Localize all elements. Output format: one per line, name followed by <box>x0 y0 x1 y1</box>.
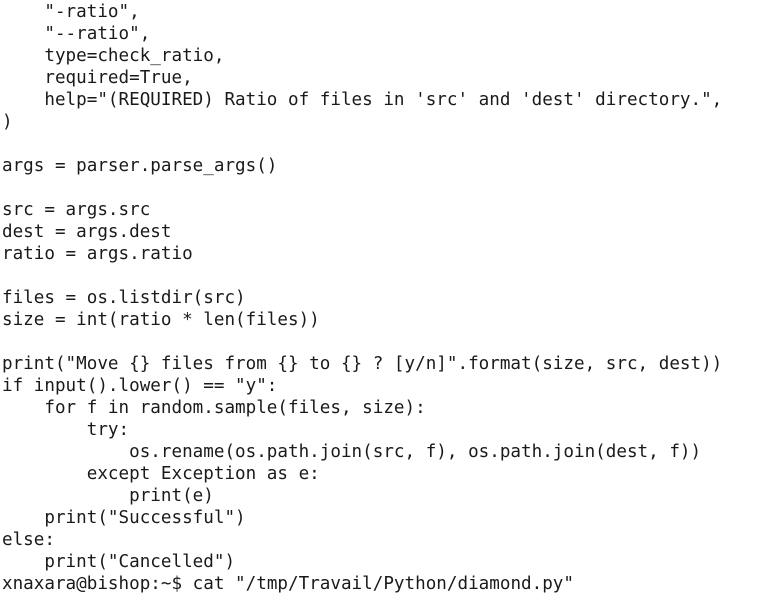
prompt-symbol: $ <box>171 574 183 594</box>
output-line: else: <box>2 530 55 550</box>
output-line: src = args.src <box>2 200 151 220</box>
prompt-path: ~ <box>160 574 172 594</box>
output-line: help="(REQUIRED) Ratio of files in 'src'… <box>2 90 723 110</box>
prompt-separator: : <box>150 574 161 594</box>
output-line: "--ratio", <box>2 24 151 44</box>
output-line: for f in random.sample(files, size): <box>2 398 426 418</box>
output-line: print(e) <box>2 486 214 506</box>
prompt-user-host: xnaxara@bishop <box>2 574 151 594</box>
output-line: type=check_ratio, <box>2 46 225 66</box>
output-line: required=True, <box>2 68 193 88</box>
output-line: files = os.listdir(src) <box>2 288 246 308</box>
output-line: print("Successful") <box>2 508 246 528</box>
output-line: print("Cancelled") <box>2 552 236 572</box>
output-line: ratio = args.ratio <box>2 244 193 264</box>
output-line: try: <box>2 420 130 440</box>
output-line: size = int(ratio * len(files)) <box>2 310 320 330</box>
output-line: dest = args.dest <box>2 222 172 242</box>
command-text[interactable]: cat "/tmp/Travail/Python/diamond.py" <box>193 574 574 594</box>
output-line: args = parser.parse_args() <box>2 156 278 176</box>
command-prompt-line[interactable]: xnaxara@bishop:~$ cat "/tmp/Travail/Pyth… <box>2 573 780 595</box>
output-line: print("Move {} files from {} to {} ? [y/… <box>2 354 723 374</box>
output-line: "-ratio", <box>2 2 140 22</box>
output-line: ) <box>2 112 13 132</box>
output-line: if input().lower() == "y": <box>2 376 278 396</box>
output-line: os.rename(os.path.join(src, f), os.path.… <box>2 442 702 462</box>
terminal-window[interactable]: "-ratio", "--ratio", type=check_ratio, r… <box>2 1 780 597</box>
terminal-output: "-ratio", "--ratio", type=check_ratio, r… <box>2 1 780 573</box>
output-line: except Exception as e: <box>2 464 320 484</box>
